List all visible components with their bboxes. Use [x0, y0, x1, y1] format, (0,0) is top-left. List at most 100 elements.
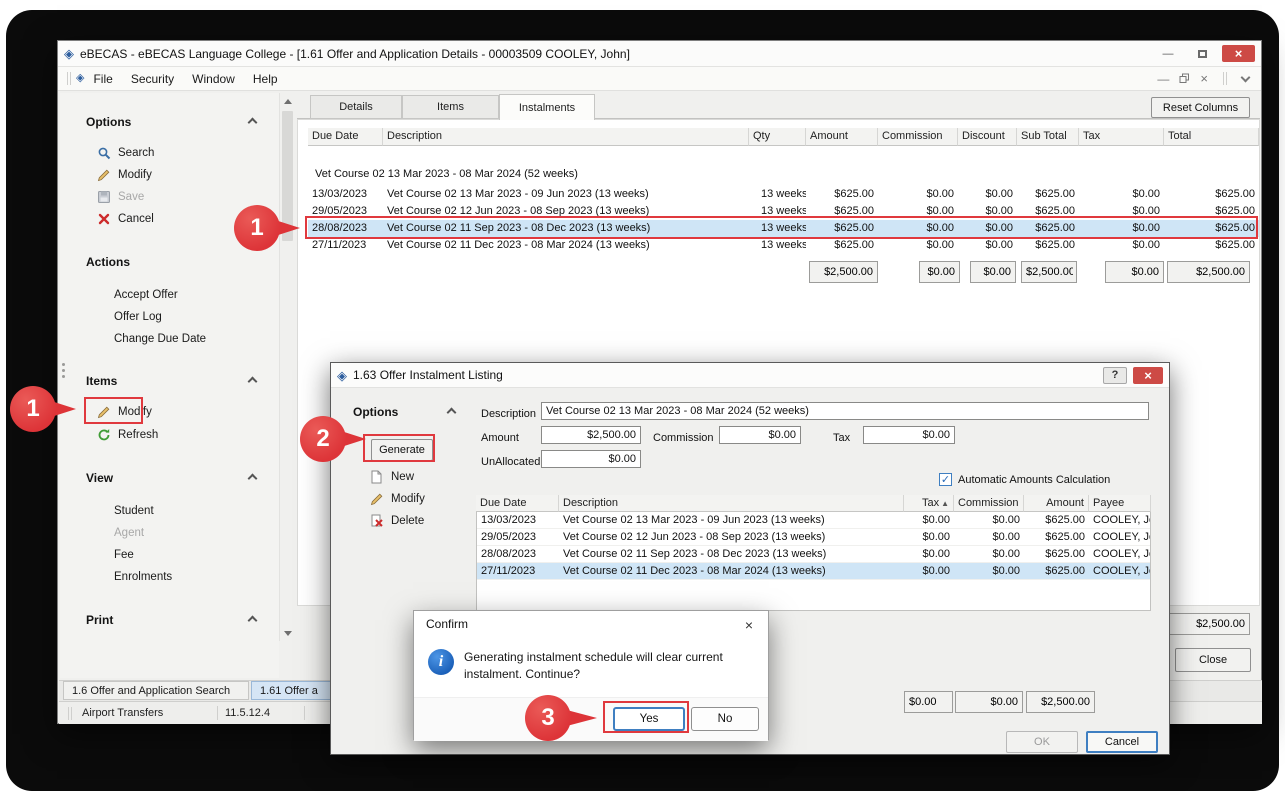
description-field[interactable]: Vet Course 02 13 Mar 2023 - 08 Mar 2024 …: [541, 402, 1149, 420]
column-header-due-date[interactable]: Due Date: [308, 128, 383, 146]
sidebar-item-search[interactable]: Search: [60, 143, 279, 163]
cell-description[interactable]: Vet Course 02 11 Sep 2023 - 08 Dec 2023 …: [559, 546, 904, 563]
mdi-close-icon[interactable]: ×: [1200, 71, 1208, 86]
column-header-discount[interactable]: Discount: [958, 128, 1017, 146]
sidebar-item-change-due-date[interactable]: Change Due Date: [60, 329, 279, 349]
cell-payee[interactable]: COOLEY, John: [1089, 563, 1150, 580]
cell-total[interactable]: $625.00: [1164, 237, 1259, 254]
cell-due-date[interactable]: 27/11/2023: [477, 563, 559, 580]
column-header-commission[interactable]: Commission: [878, 128, 958, 146]
dialog-close-button[interactable]: ×: [1133, 367, 1163, 384]
cell-tax[interactable]: $0.00: [904, 546, 954, 563]
sidebar-item-student[interactable]: Student: [60, 501, 279, 521]
cell-amount[interactable]: $625.00: [1024, 563, 1089, 580]
cell-tax[interactable]: $0.00: [904, 529, 954, 546]
sidebar-item-refresh[interactable]: Refresh: [60, 425, 279, 445]
main-close-button[interactable]: Close: [1175, 648, 1251, 672]
scroll-down-arrow[interactable]: [280, 625, 295, 641]
cell-tax[interactable]: $0.00: [904, 512, 954, 529]
cell-payee[interactable]: COOLEY, John: [1089, 546, 1150, 563]
cell-description[interactable]: Vet Course 02 13 Mar 2023 - 09 Jun 2023 …: [383, 186, 749, 203]
cell-commission[interactable]: $0.00: [878, 237, 958, 254]
dialog-item-modify[interactable]: Modify: [369, 489, 425, 509]
cell-amount[interactable]: $625.00: [1024, 512, 1089, 529]
cell-discount[interactable]: $0.00: [958, 186, 1017, 203]
cell-qty[interactable]: 13 weeks: [749, 186, 806, 203]
column-header-amount[interactable]: Amount: [1024, 495, 1089, 512]
menu-window[interactable]: Window: [183, 67, 244, 90]
cell-amount[interactable]: $625.00: [1024, 529, 1089, 546]
cell-tax[interactable]: $0.00: [904, 563, 954, 580]
toolbar-overflow-chevron-icon[interactable]: [1241, 72, 1251, 82]
sidebar-section-view[interactable]: View: [86, 469, 256, 487]
column-header-qty[interactable]: Qty: [749, 128, 806, 146]
cell-description[interactable]: Vet Course 02 11 Dec 2023 - 08 Mar 2024 …: [559, 563, 904, 580]
column-header-commission[interactable]: Commission: [954, 495, 1024, 512]
cell-tax[interactable]: $0.00: [1079, 186, 1164, 203]
cell-commission[interactable]: $0.00: [954, 512, 1024, 529]
panel-splitter-grip[interactable]: [62, 363, 65, 366]
sidebar-section-print[interactable]: Print: [86, 611, 256, 629]
cell-commission[interactable]: $0.00: [954, 563, 1024, 580]
sidebar-item-enrolments[interactable]: Enrolments: [60, 567, 279, 587]
column-header-description[interactable]: Description: [559, 495, 904, 512]
sidebar-item-offer-log[interactable]: Offer Log: [60, 307, 279, 327]
sidebar-item-modify[interactable]: Modify: [60, 165, 279, 185]
cell-commission[interactable]: $0.00: [954, 529, 1024, 546]
amount-field[interactable]: $2,500.00: [541, 426, 641, 444]
cell-payee[interactable]: COOLEY, John: [1089, 512, 1150, 529]
confirm-close-button[interactable]: ×: [738, 615, 760, 635]
cell-sub-total[interactable]: $625.00: [1017, 186, 1079, 203]
cell-sub-total[interactable]: $625.00: [1017, 237, 1079, 254]
cell-amount[interactable]: $625.00: [806, 186, 878, 203]
cell-amount[interactable]: $625.00: [806, 237, 878, 254]
dialog-section-options[interactable]: Options: [353, 403, 455, 421]
cancel-button[interactable]: Cancel: [1086, 731, 1158, 753]
tab-instalments[interactable]: Instalments: [499, 94, 595, 120]
sidebar-item-accept-offer[interactable]: Accept Offer: [60, 285, 279, 305]
cell-commission[interactable]: $0.00: [954, 546, 1024, 563]
cell-description[interactable]: Vet Course 02 11 Dec 2023 - 08 Mar 2024 …: [383, 237, 749, 254]
cell-amount[interactable]: $625.00: [1024, 546, 1089, 563]
commission-field[interactable]: $0.00: [719, 426, 801, 444]
sidebar-item-fee[interactable]: Fee: [60, 545, 279, 565]
reset-columns-button[interactable]: Reset Columns: [1151, 97, 1250, 118]
menu-security[interactable]: Security: [122, 67, 183, 90]
unallocated-field[interactable]: $0.00: [541, 450, 641, 468]
column-header-sub-total[interactable]: Sub Total: [1017, 128, 1079, 146]
cell-due-date[interactable]: 28/08/2023: [477, 546, 559, 563]
cell-description[interactable]: Vet Course 02 12 Jun 2023 - 08 Sep 2023 …: [559, 529, 904, 546]
cell-payee[interactable]: COOLEY, John: [1089, 529, 1150, 546]
cell-tax[interactable]: $0.00: [1079, 237, 1164, 254]
cell-total[interactable]: $625.00: [1164, 186, 1259, 203]
menu-file[interactable]: File: [84, 67, 121, 90]
column-header-tax[interactable]: Tax▲: [904, 495, 954, 512]
cell-due-date[interactable]: 29/05/2023: [477, 529, 559, 546]
help-button[interactable]: ?: [1103, 367, 1127, 384]
tab-items[interactable]: Items: [402, 95, 499, 119]
sidebar-section-options[interactable]: Options: [86, 113, 256, 131]
no-button[interactable]: No: [691, 707, 759, 731]
tab-details[interactable]: Details: [310, 95, 402, 119]
column-header-tax[interactable]: Tax: [1079, 128, 1164, 146]
mdi-minimize-icon[interactable]: —: [1157, 72, 1169, 86]
dialog-item-delete[interactable]: Delete: [369, 511, 424, 531]
cell-due-date[interactable]: 13/03/2023: [308, 186, 383, 203]
maximize-button[interactable]: [1188, 45, 1216, 62]
cell-due-date[interactable]: 13/03/2023: [477, 512, 559, 529]
cell-commission[interactable]: $0.00: [878, 186, 958, 203]
cell-discount[interactable]: $0.00: [958, 237, 1017, 254]
cell-description[interactable]: Vet Course 02 13 Mar 2023 - 09 Jun 2023 …: [559, 512, 904, 529]
column-header-description[interactable]: Description: [383, 128, 749, 146]
close-button[interactable]: ×: [1222, 45, 1255, 62]
column-header-due-date[interactable]: Due Date: [476, 495, 559, 512]
scroll-up-arrow[interactable]: [280, 93, 295, 109]
minimize-button[interactable]: —: [1154, 45, 1182, 62]
column-header-amount[interactable]: Amount: [806, 128, 878, 146]
cell-qty[interactable]: 13 weeks: [749, 237, 806, 254]
cell-due-date[interactable]: 27/11/2023: [308, 237, 383, 254]
mdi-restore-icon[interactable]: [1179, 73, 1190, 84]
dialog-item-new[interactable]: New: [369, 467, 414, 487]
tax-field[interactable]: $0.00: [863, 426, 955, 444]
sidebar-section-items[interactable]: Items: [86, 372, 256, 390]
